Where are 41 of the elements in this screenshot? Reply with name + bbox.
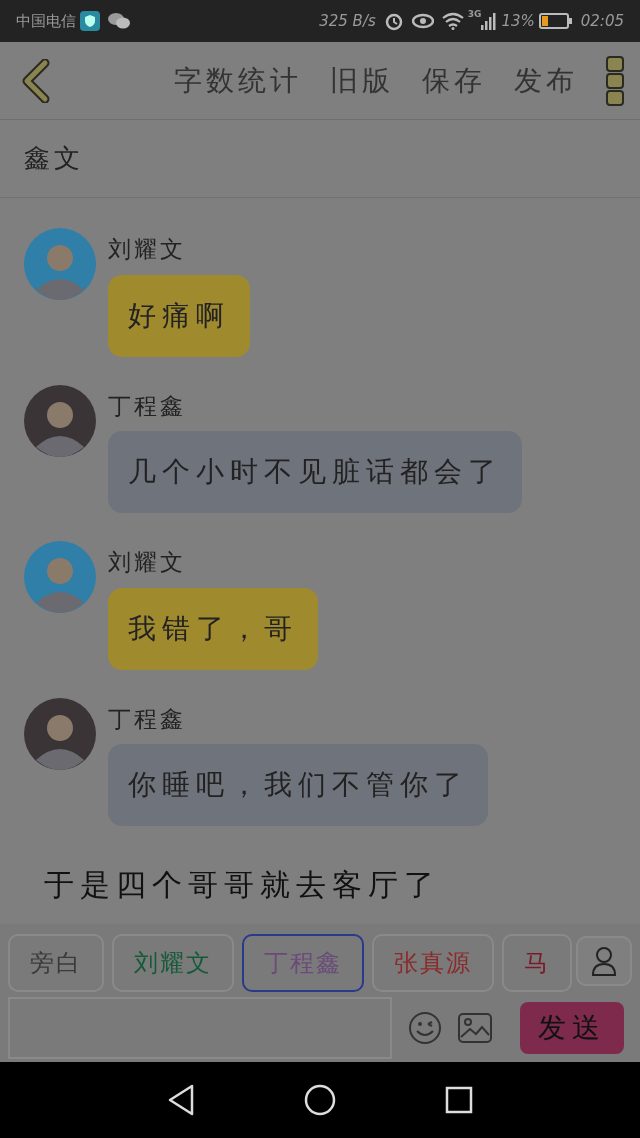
toolbar-action[interactable]: 保存 xyxy=(422,59,486,102)
image-icon[interactable] xyxy=(458,1013,492,1043)
speaker-name: 刘耀文 xyxy=(108,548,187,577)
character-button[interactable] xyxy=(576,936,632,986)
more-button[interactable] xyxy=(606,55,624,106)
toolbar-action[interactable]: 发布 xyxy=(514,59,578,102)
more-icon xyxy=(606,55,624,106)
speaker-name: 丁程鑫 xyxy=(108,704,187,734)
network-type: 3G xyxy=(467,8,482,21)
battery-icon xyxy=(538,13,573,29)
recents-nav-icon[interactable] xyxy=(445,1086,474,1114)
home-nav-icon[interactable] xyxy=(304,1084,336,1116)
speaker-chip[interactable]: 刘耀文 xyxy=(112,934,234,992)
network-speed: 325 B/s xyxy=(319,10,376,32)
battery-percent: 13% xyxy=(501,10,535,32)
toolbar-action[interactable]: 字数统计 xyxy=(174,59,302,102)
message-bubble: 你睡吧，我们不管你了 xyxy=(108,744,488,826)
send-button[interactable]: 发送 xyxy=(520,1002,624,1054)
eye-icon xyxy=(411,13,434,29)
shield-icon xyxy=(80,11,100,31)
speaker-name: 刘耀文 xyxy=(108,235,187,264)
toolbar-action[interactable]: 旧版 xyxy=(330,59,394,102)
person-icon xyxy=(591,946,617,976)
speaker-chip[interactable]: 张真源 xyxy=(372,934,494,992)
narration-text: 于是四个哥哥就去客厅了 xyxy=(43,866,441,904)
speaker-chip[interactable]: 马 xyxy=(502,934,572,992)
speaker-chip[interactable]: 旁白 xyxy=(8,934,104,992)
story-title: 鑫文 xyxy=(24,142,84,175)
clock: 02:05 xyxy=(580,10,624,32)
emoji-icon[interactable] xyxy=(408,1011,442,1045)
back-icon xyxy=(21,58,51,103)
speaker-name: 丁程鑫 xyxy=(108,391,187,421)
signal-icon xyxy=(481,12,498,30)
wifi-icon xyxy=(441,12,464,30)
message-bubble: 好痛啊 xyxy=(108,274,250,357)
chat-icon xyxy=(108,12,130,30)
message-bubble: 我错了，哥 xyxy=(108,587,318,670)
alarm-icon xyxy=(383,11,404,31)
carrier: 中国电信 xyxy=(16,10,76,32)
back-nav-icon[interactable] xyxy=(166,1084,195,1116)
message-bubble: 几个小时不见脏话都会了 xyxy=(108,431,522,513)
